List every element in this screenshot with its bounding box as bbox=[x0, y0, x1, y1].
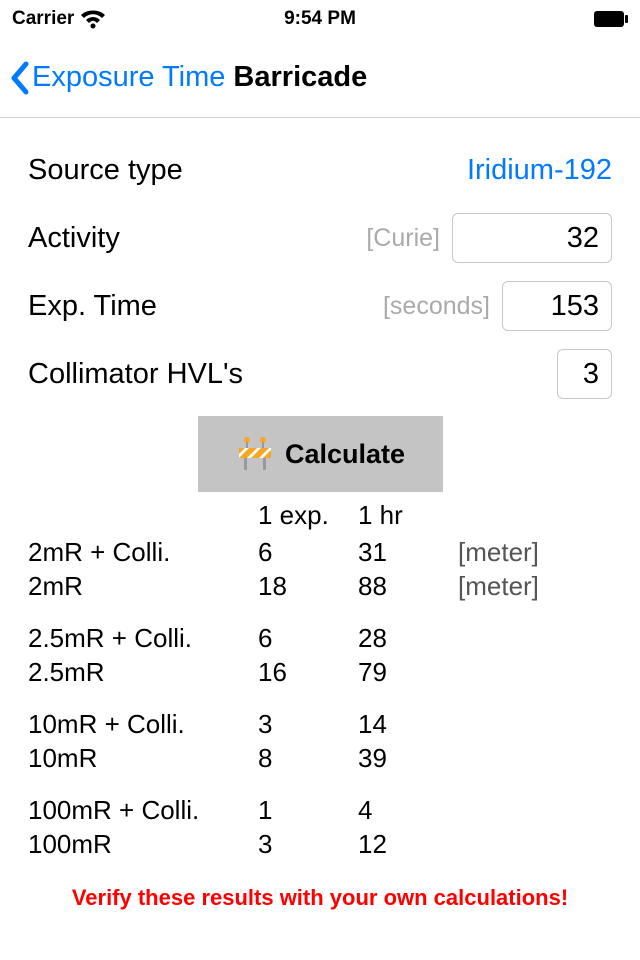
activity-input[interactable]: 32 bbox=[452, 213, 612, 263]
results-group-2mr: 2mR + Colli. 6 31 [meter] 2mR 18 88 [met… bbox=[28, 535, 612, 621]
back-button[interactable]: Exposure Time bbox=[8, 60, 225, 96]
wifi-icon bbox=[80, 9, 106, 29]
collimator-label: Collimator HVL's bbox=[28, 358, 243, 391]
row-label: 2mR bbox=[28, 569, 258, 603]
collimator-row: Collimator HVL's 3 bbox=[28, 340, 612, 408]
activity-unit: [Curie] bbox=[366, 224, 440, 253]
carrier-label: Carrier bbox=[12, 8, 74, 30]
exptime-input[interactable]: 153 bbox=[502, 281, 612, 331]
calculate-label: Calculate bbox=[285, 439, 405, 470]
row-label: 100mR + Colli. bbox=[28, 793, 258, 827]
nav-bar: Exposure Time Barricade bbox=[0, 38, 640, 118]
row-exp: 1 bbox=[258, 793, 358, 827]
row-exp: 18 bbox=[258, 569, 358, 603]
exptime-label: Exp. Time bbox=[28, 290, 157, 323]
row-hr: 28 bbox=[358, 621, 458, 655]
row-label: 10mR + Colli. bbox=[28, 707, 258, 741]
source-type-row: Source type Iridium-192 bbox=[28, 136, 612, 204]
row-unit: [meter] bbox=[458, 569, 568, 603]
status-time: 9:54 PM bbox=[284, 8, 356, 30]
status-bar: Carrier 9:54 PM bbox=[0, 0, 640, 38]
row-label: 2mR + Colli. bbox=[28, 535, 258, 569]
results-group-10mr: 10mR + Colli. 3 14 10mR 8 39 bbox=[28, 707, 612, 793]
chevron-left-icon bbox=[8, 60, 30, 96]
row-label: 10mR bbox=[28, 741, 258, 775]
row-label: 100mR bbox=[28, 827, 258, 861]
row-hr: 39 bbox=[358, 741, 458, 775]
status-left: Carrier bbox=[12, 8, 106, 30]
row-exp: 16 bbox=[258, 655, 358, 689]
activity-row: Activity [Curie] 32 bbox=[28, 204, 612, 272]
source-type-value[interactable]: Iridium-192 bbox=[467, 154, 612, 187]
status-right bbox=[594, 11, 628, 27]
back-label: Exposure Time bbox=[32, 61, 225, 94]
results-header: 1 exp. 1 hr bbox=[28, 500, 612, 535]
source-type-label: Source type bbox=[28, 154, 183, 187]
row-label: 2.5mR + Colli. bbox=[28, 621, 258, 655]
results-group-100mr: 100mR + Colli. 1 4 100mR 3 12 bbox=[28, 793, 612, 879]
row-exp: 8 bbox=[258, 741, 358, 775]
activity-label: Activity bbox=[28, 222, 120, 255]
row-hr: 31 bbox=[358, 535, 458, 569]
row-hr: 14 bbox=[358, 707, 458, 741]
calculate-button[interactable]: Calculate bbox=[198, 416, 443, 492]
col-1hr: 1 hr bbox=[358, 500, 458, 531]
row-exp: 6 bbox=[258, 621, 358, 655]
battery-icon bbox=[594, 11, 628, 27]
exptime-row: Exp. Time [seconds] 153 bbox=[28, 272, 612, 340]
row-unit: [meter] bbox=[458, 535, 568, 569]
row-exp: 6 bbox=[258, 535, 358, 569]
collimator-input[interactable]: 3 bbox=[557, 349, 612, 399]
exptime-unit: [seconds] bbox=[383, 292, 490, 321]
row-exp: 3 bbox=[258, 707, 358, 741]
results-group-25mr: 2.5mR + Colli. 6 28 2.5mR 16 79 bbox=[28, 621, 612, 707]
row-exp: 3 bbox=[258, 827, 358, 861]
row-hr: 79 bbox=[358, 655, 458, 689]
row-hr: 4 bbox=[358, 793, 458, 827]
page-title: Barricade bbox=[233, 61, 367, 94]
barricade-icon bbox=[235, 434, 275, 474]
col-1exp: 1 exp. bbox=[258, 500, 358, 531]
row-hr: 12 bbox=[358, 827, 458, 861]
disclaimer-text: Verify these results with your own calcu… bbox=[0, 879, 640, 911]
form-area: Source type Iridium-192 Activity [Curie]… bbox=[0, 118, 640, 408]
results-table: 1 exp. 1 hr 2mR + Colli. 6 31 [meter] 2m… bbox=[0, 492, 640, 879]
row-hr: 88 bbox=[358, 569, 458, 603]
row-label: 2.5mR bbox=[28, 655, 258, 689]
